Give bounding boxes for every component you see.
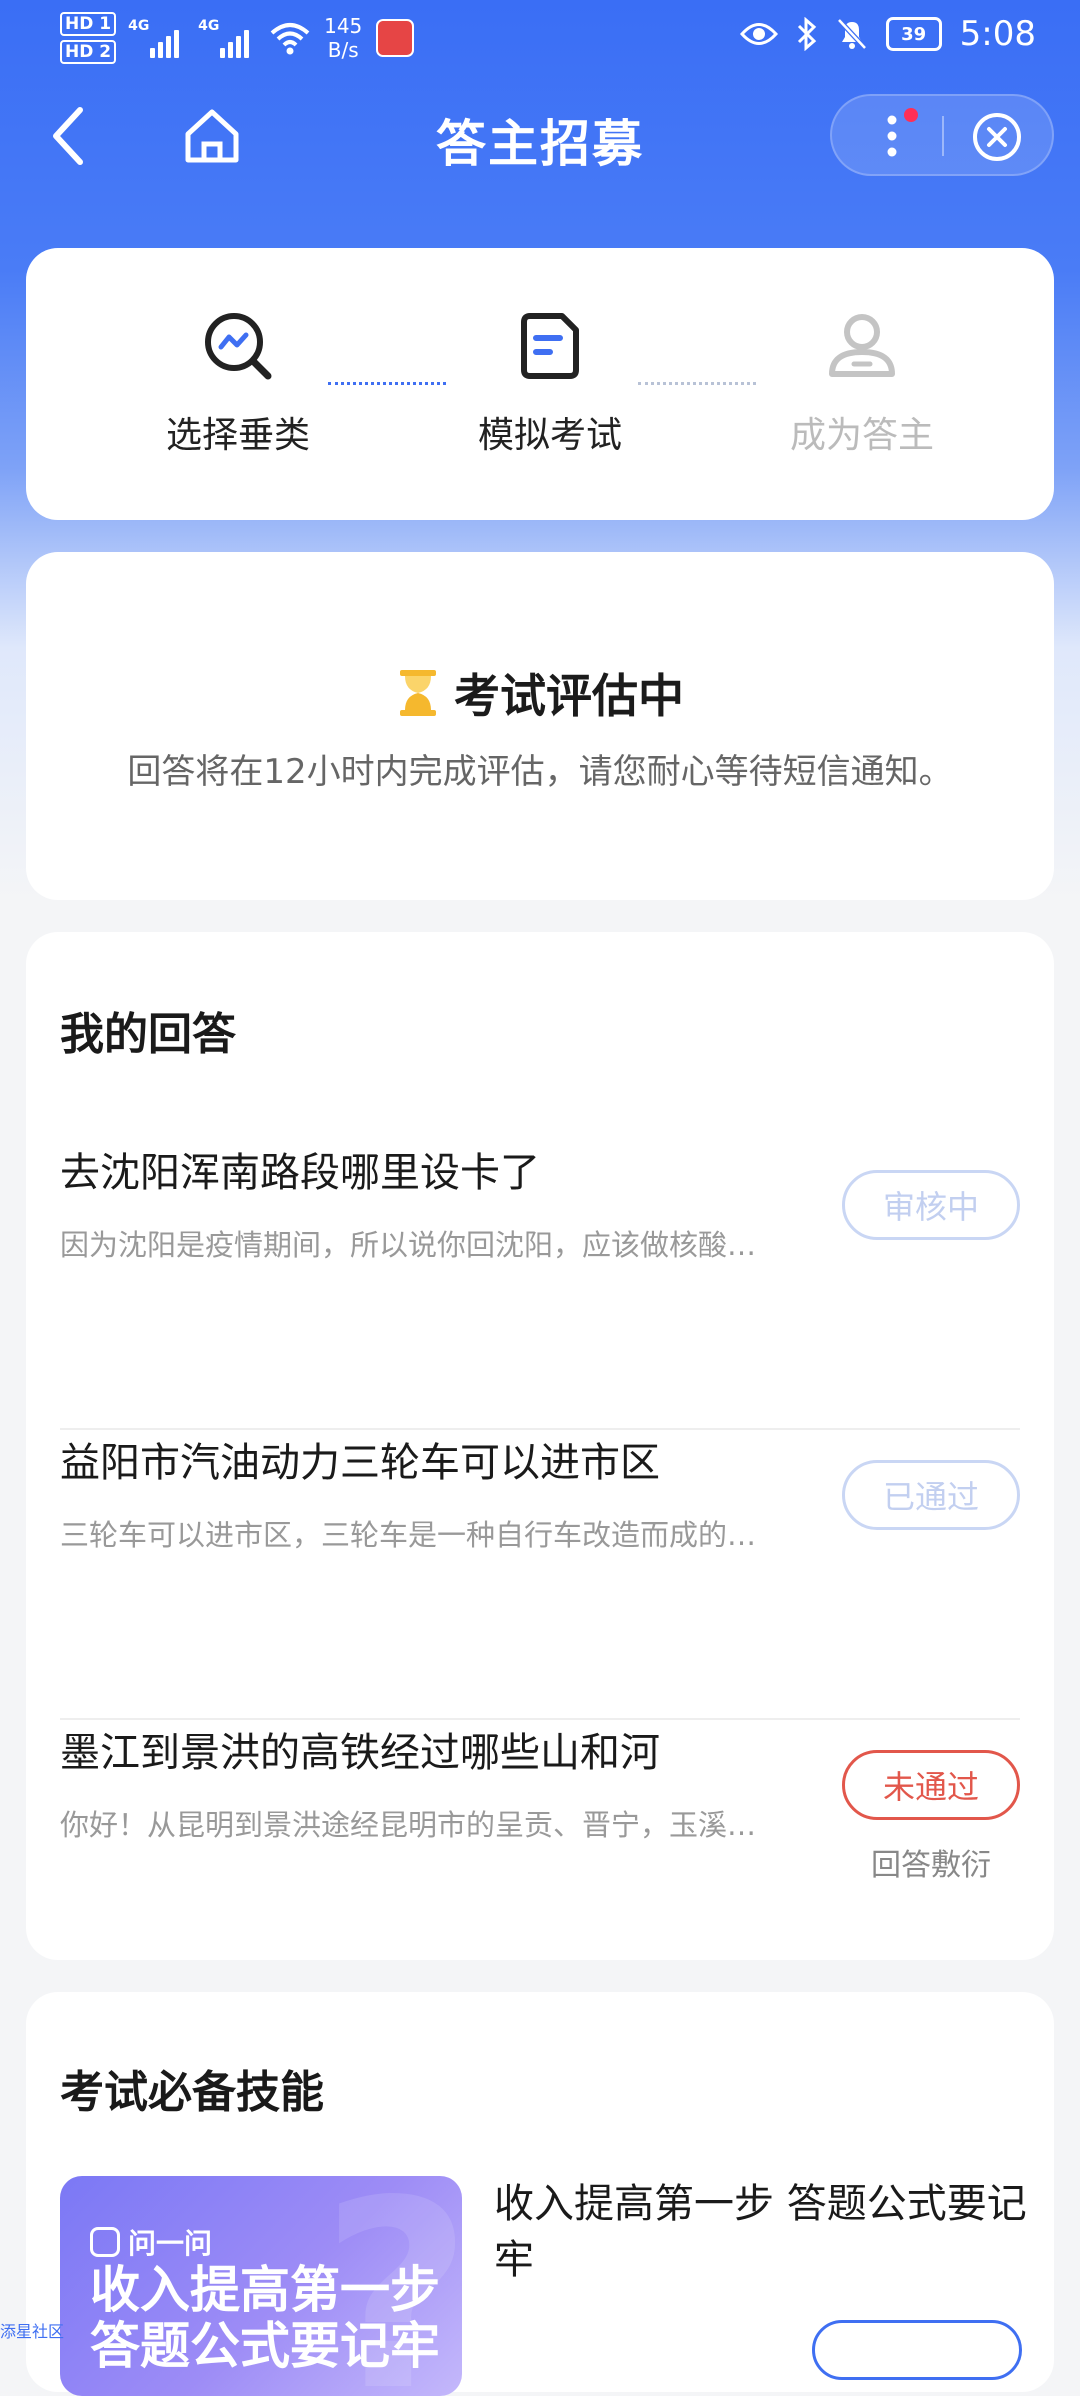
- answer-item[interactable]: 益阳市汽油动力三轮车可以进市区 三轮车可以进市区，三轮车是一种自行车改造而成的……: [60, 1430, 1020, 1720]
- answer-question: 墨江到景洪的高铁经过哪些山和河: [60, 1730, 660, 1776]
- step-connector: [638, 382, 756, 385]
- network-speed: 145 B/s: [324, 14, 363, 62]
- step-connector: [328, 382, 446, 385]
- section-title: 我的回答: [60, 1009, 236, 1060]
- mini-program-capsule: [830, 94, 1054, 176]
- step-mock-exam: 模拟考试: [430, 308, 670, 458]
- step-label: 选择垂类: [165, 415, 310, 456]
- status-badge: 审核中: [842, 1170, 1020, 1240]
- user-icon: [829, 314, 895, 377]
- my-answers-card: 我的回答 去沈阳浑南路段哪里设卡了 因为沈阳是疫情期间，所以说你回沈阳，应该做核…: [26, 932, 1054, 1960]
- capsule-divider: [942, 116, 944, 156]
- wenyiwen-logo-icon: [90, 2227, 120, 2257]
- progress-steps-card: 选择垂类 模拟考试 成为答主: [26, 248, 1054, 520]
- search-chart-icon: [205, 313, 272, 380]
- bluetooth-icon: [797, 17, 816, 51]
- status-badge: 未通过: [842, 1750, 1020, 1820]
- answer-excerpt: 因为沈阳是疫情期间，所以说你回沈阳，应该做核酸…: [60, 1228, 757, 1262]
- hourglass-icon: [400, 670, 436, 716]
- watermark: 添星社区: [0, 2322, 65, 2341]
- answer-item[interactable]: 去沈阳浑南路段哪里设卡了 因为沈阳是疫情期间，所以说你回沈阳，应该做核酸… 审核…: [60, 1140, 1020, 1430]
- exam-status-card: 考试评估中 回答将在12小时内完成评估，请您耐心等待短信通知。: [26, 552, 1054, 900]
- mute-bell-icon: [836, 18, 867, 50]
- hd2-indicator: HD 2: [60, 40, 117, 64]
- notification-dot: [904, 108, 918, 122]
- close-icon[interactable]: [970, 110, 1024, 164]
- answer-item[interactable]: 墨江到景洪的高铁经过哪些山和河 你好！从昆明到景洪途经昆明市的呈贡、晋宁，玉溪……: [60, 1720, 1020, 2010]
- nav-bar: 答主招募: [0, 92, 1080, 182]
- hd1-indicator: HD 1: [60, 12, 117, 36]
- wifi-icon: [270, 23, 310, 55]
- status-bar: HD 1 HD 2 4G 4G 145 B/s 39 5:08: [0, 0, 1080, 84]
- signal-icon-2: 4G: [198, 18, 256, 58]
- step-label: 模拟考试: [477, 415, 622, 456]
- status-description: 回答将在12小时内完成评估，请您耐心等待短信通知。: [127, 752, 953, 792]
- answer-question: 去沈阳浑南路段哪里设卡了: [60, 1150, 540, 1196]
- skill-thumbnail[interactable]: ? 问一问 收入提高第一步 答题公式要记牢: [60, 2176, 462, 2396]
- step-label: 成为答主: [789, 415, 934, 456]
- section-title: 考试必备技能: [60, 2067, 324, 2118]
- status-badge: 已通过: [842, 1460, 1020, 1530]
- skill-article-title[interactable]: 收入提高第一步 答题公式要记牢: [494, 2176, 1034, 2288]
- answer-question: 益阳市汽油动力三轮车可以进市区: [60, 1440, 660, 1486]
- step-become-answerer: 成为答主: [742, 308, 982, 458]
- skill-action-button[interactable]: [812, 2320, 1022, 2380]
- eye-icon: [739, 23, 778, 45]
- step-select-category: 选择垂类: [118, 308, 358, 458]
- answer-excerpt: 三轮车可以进市区，三轮车是一种自行车改造而成的…: [60, 1518, 757, 1552]
- answer-excerpt: 你好！从昆明到景洪途经昆明市的呈贡、晋宁，玉溪…: [60, 1808, 757, 1842]
- status-title: 考试评估中: [454, 669, 684, 723]
- rejection-reason: 回答敷衍: [871, 1848, 991, 1883]
- baidu-app-icon: [376, 19, 415, 57]
- brand-logo: 问一问: [90, 2222, 212, 2262]
- document-icon: [521, 313, 579, 379]
- thumbnail-headline: 收入提高第一步 答题公式要记牢: [90, 2261, 440, 2375]
- signal-icon: 4G: [128, 18, 186, 58]
- battery-icon: 39: [885, 17, 942, 51]
- clock: 5:08: [959, 14, 1036, 54]
